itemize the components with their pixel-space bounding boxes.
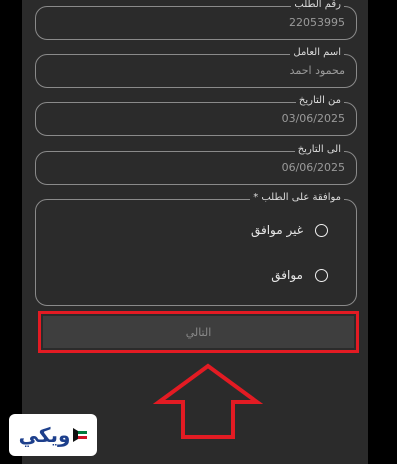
order-number-field[interactable]: رقم الطلب 22053995 <box>35 0 357 40</box>
from-date-label: من التاريخ <box>295 95 344 107</box>
approval-radio-group: موافقة على الطلب * غير موافق موافق <box>35 192 357 306</box>
to-date-value: 06/06/2025 <box>281 161 345 174</box>
to-date-field[interactable]: الى التاريخ 06/06/2025 <box>35 144 357 185</box>
radio-not-approve[interactable] <box>315 223 328 237</box>
to-date-label: الى التاريخ <box>294 144 344 156</box>
annotation-up-arrow-icon <box>153 363 263 439</box>
from-date-value: 03/06/2025 <box>281 112 345 125</box>
option-approve[interactable]: موافق <box>271 265 328 285</box>
annotation-highlight-box <box>38 311 359 353</box>
worker-name-label: اسم العامل <box>290 47 344 59</box>
option-approve-label: موافق <box>271 268 303 282</box>
watermark-logo-text: ويكي <box>18 423 71 447</box>
watermark-logo: ويكي <box>9 414 97 456</box>
worker-name-field[interactable]: اسم العامل محمود احمد <box>35 47 357 88</box>
worker-name-value: محمود احمد <box>289 64 345 77</box>
kuwait-flag-icon <box>73 428 88 442</box>
order-number-label: رقم الطلب <box>291 0 344 11</box>
option-not-approve[interactable]: غير موافق <box>251 220 328 240</box>
radio-approve[interactable] <box>315 268 328 282</box>
approval-label: موافقة على الطلب * <box>250 192 344 204</box>
from-date-field[interactable]: من التاريخ 03/06/2025 <box>35 95 357 136</box>
order-number-value: 22053995 <box>289 16 345 29</box>
option-not-approve-label: غير موافق <box>250 223 303 237</box>
